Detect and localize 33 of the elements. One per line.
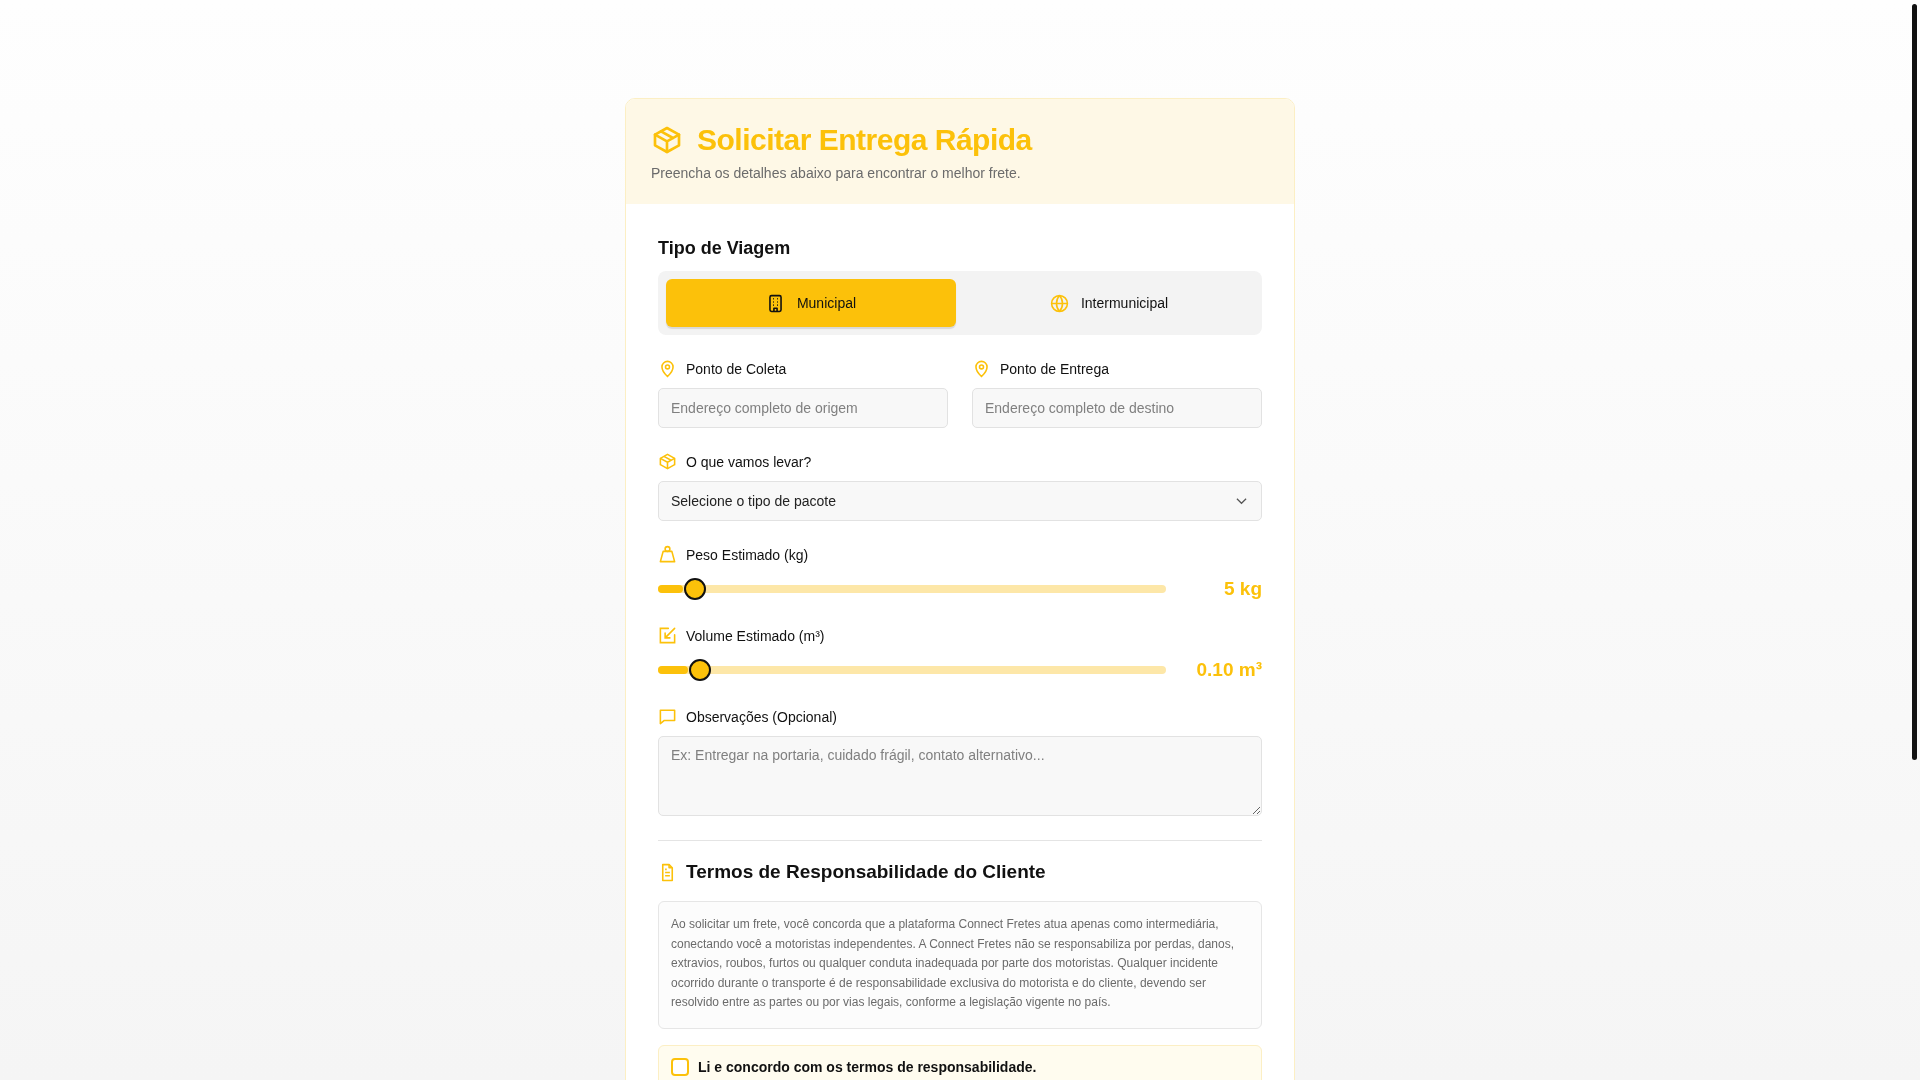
field-label: Ponto de Coleta [686, 360, 787, 377]
notes-field[interactable]: Ex: Entregar na portaria, cuidado frágil, contato alternativo... [658, 736, 1262, 816]
map-pin-icon [972, 359, 991, 378]
agree-label: Li e concordo com os termos de responsabilidade. [698, 1058, 1037, 1075]
package-icon [658, 452, 677, 471]
slider-value: 5 kg [1223, 578, 1262, 600]
trip-type-tab[interactable]: Municipal [666, 279, 956, 327]
address-field[interactable]: Endereço completo de destino [972, 388, 1262, 428]
package-icon [651, 124, 683, 156]
field-label: Observações (Opcional) [686, 708, 837, 725]
terms-text: Ao solicitar um frete, você concorda que a plataforma Connect Fretes atua apenas como intermediária, conectando você a motoristas independentes. A Connect Fretes não se responsabiliza por perdas, danos, extravios, roubos, furtos ou qualquer conduta inadequada por parte dos motoristas. Qualquer incidente ocorrido durante o transporte é de responsabilidade exclusiva do motorista e do cliente, devendo ser resolvido entre as partes ou por vias legais, conforme a legislação vigente no país. [671, 916, 1236, 1012]
globe-icon [1049, 293, 1069, 313]
slider-thumb[interactable] [684, 578, 707, 600]
section-title: Tipo de Viagem [658, 238, 792, 259]
form-title: Solicitar Entrega Rápida [697, 123, 1032, 157]
section-title: Termos de Responsabilidade do Cliente [686, 861, 1046, 883]
slider-thumb[interactable] [689, 659, 712, 681]
field-label: Ponto de Entrega [1000, 360, 1109, 377]
form-subtitle: Preencha os detalhes abaixo para encontrar o melhor frete. [651, 165, 1022, 181]
package-type-select[interactable]: Selecione o tipo de pacote [658, 481, 1262, 521]
field-label: Peso Estimado (kg) [686, 546, 809, 563]
speech-bubble-icon [658, 707, 677, 726]
map-pin-icon [658, 359, 677, 378]
field-label: Volume Estimado (m³) [686, 627, 825, 644]
resize-arrow-icon [658, 626, 677, 645]
checkbox[interactable] [671, 1057, 689, 1076]
slider-value: 0.10 m³ [1196, 659, 1262, 681]
chevron-down-icon [1236, 497, 1247, 505]
address-field[interactable]: Endereço completo de origem [658, 388, 948, 428]
scrollbar-thumb[interactable] [1912, 4, 1917, 760]
weight-icon [658, 545, 677, 564]
field-label: O que vamos levar? [686, 453, 812, 470]
trip-type-tab[interactable]: Intermunicipal [964, 279, 1254, 327]
